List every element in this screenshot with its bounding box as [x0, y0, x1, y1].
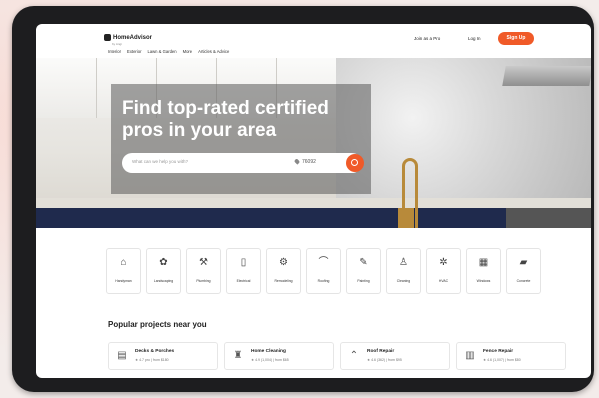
nav-item[interactable]: More	[183, 49, 193, 54]
location-pin-icon	[293, 158, 301, 165]
nav-item[interactable]: Exterior	[127, 49, 141, 54]
search-bar[interactable]: What can we help you with? 76092	[122, 153, 364, 173]
project-rating: ★ 4.7 pro | from $180	[135, 358, 169, 362]
cabinet-divider	[96, 58, 97, 118]
project-card[interactable]: ▥ Fence Repair ★ 4.6 (1,007) | from $80	[456, 342, 566, 370]
main-nav: Interior Exterior Lawn & Garden More Art…	[108, 49, 229, 54]
category-label: Painting	[357, 279, 370, 283]
category-painting[interactable]: ✎ Painting	[346, 248, 381, 294]
landscaping-icon: ✿	[159, 257, 168, 268]
category-label: Remodeling	[274, 279, 293, 283]
painting-icon: ✎	[359, 257, 368, 268]
logo-subtitle: by Angi	[112, 42, 122, 46]
join-pro-link[interactable]: Join as a Pro	[414, 36, 440, 41]
category-roofing[interactable]: ⌒ Roofing	[306, 248, 341, 294]
category-plumbing[interactable]: ⚒ Plumbing	[186, 248, 221, 294]
category-label: HVAC	[438, 279, 449, 283]
tablet-frame: HomeAdvisor by Angi Join as a Pro Log In…	[12, 6, 594, 392]
project-rating: ★ 4.9 (1,004) | from $65	[251, 358, 289, 362]
logo-mark-icon	[104, 34, 111, 41]
faucet-base	[398, 208, 414, 228]
roofing-icon: ⌒	[318, 257, 329, 268]
popular-projects-list: ▤ Decks & Porches ★ 4.7 pro | from $180 ♜ Ho…	[108, 342, 566, 370]
fence-icon: ▥	[465, 350, 475, 361]
project-card[interactable]: ⌃ Roof Repair ★ 4.6 (362) | from $95	[340, 342, 450, 370]
category-label: Electrical	[236, 279, 251, 283]
category-electrical[interactable]: ▯ Electrical	[226, 248, 261, 294]
category-label: Handyman	[115, 279, 132, 283]
remodeling-icon: ⚙	[279, 257, 288, 268]
hero-title: Find top-rated certified pros in your ar…	[122, 98, 329, 141]
category-windows[interactable]: ▦ Windows	[466, 248, 501, 294]
project-rating: ★ 4.6 (1,007) | from $80	[483, 358, 521, 362]
stove	[506, 208, 591, 228]
project-name: Home Cleaning	[251, 349, 286, 354]
category-label: Cleaning	[396, 279, 411, 283]
project-card[interactable]: ▤ Decks & Porches ★ 4.7 pro | from $180	[108, 342, 218, 370]
popular-projects-title: Popular projects near you	[108, 320, 207, 329]
search-input[interactable]: What can we help you with?	[132, 159, 188, 164]
logo-text: HomeAdvisor	[113, 34, 153, 41]
project-name: Fence Repair	[483, 349, 514, 354]
project-rating: ★ 4.6 (362) | from $95	[367, 358, 402, 362]
range-hood	[502, 66, 591, 86]
cleaning-icon: ♙	[399, 257, 408, 268]
roof-icon: ⌃	[349, 350, 359, 361]
category-label: Plumbing	[196, 279, 211, 283]
deck-icon: ▤	[117, 350, 127, 361]
login-link[interactable]: Log In	[468, 36, 481, 41]
logo[interactable]: HomeAdvisor	[104, 34, 152, 41]
project-name: Roof Repair	[367, 349, 395, 354]
signup-button[interactable]: Sign Up	[498, 32, 534, 45]
category-label: Concrete	[516, 279, 531, 283]
project-name: Decks & Porches	[135, 349, 175, 354]
category-list: ⌂ Handyman ✿ Landscaping ⚒ Plumbing ▯ Electrica…	[106, 248, 541, 294]
tablet-screen: HomeAdvisor by Angi Join as a Pro Log In…	[36, 24, 591, 378]
category-landscaping[interactable]: ✿ Landscaping	[146, 248, 181, 294]
category-label: Landscaping	[153, 279, 174, 283]
hvac-icon: ✲	[439, 257, 448, 268]
search-button[interactable]	[346, 154, 364, 172]
category-label: Windows	[476, 279, 491, 283]
category-remodeling[interactable]: ⚙ Remodeling	[266, 248, 301, 294]
category-hvac[interactable]: ✲ HVAC	[426, 248, 461, 294]
plumbing-icon: ⚒	[199, 257, 208, 268]
countertop	[36, 198, 591, 208]
nav-item[interactable]: Articles & Advice	[198, 49, 229, 54]
site-header: HomeAdvisor by Angi Join as a Pro Log In…	[36, 24, 591, 56]
zip-field[interactable]: 76092	[302, 159, 316, 165]
windows-icon: ▦	[478, 257, 489, 268]
category-handyman[interactable]: ⌂ Handyman	[106, 248, 141, 294]
category-cleaning[interactable]: ♙ Cleaning	[386, 248, 421, 294]
cleaning-spray-icon: ♜	[233, 350, 243, 361]
electrical-icon: ▯	[240, 257, 247, 268]
nav-item[interactable]: Interior	[108, 49, 121, 54]
category-label: Roofing	[317, 279, 330, 283]
project-card[interactable]: ♜ Home Cleaning ★ 4.9 (1,004) | from $65	[224, 342, 334, 370]
concrete-icon: ▰	[519, 257, 528, 268]
category-concrete[interactable]: ▰ Concrete	[506, 248, 541, 294]
toolbox-icon: ⌂	[120, 257, 127, 268]
nav-item[interactable]: Lawn & Garden	[147, 49, 176, 54]
